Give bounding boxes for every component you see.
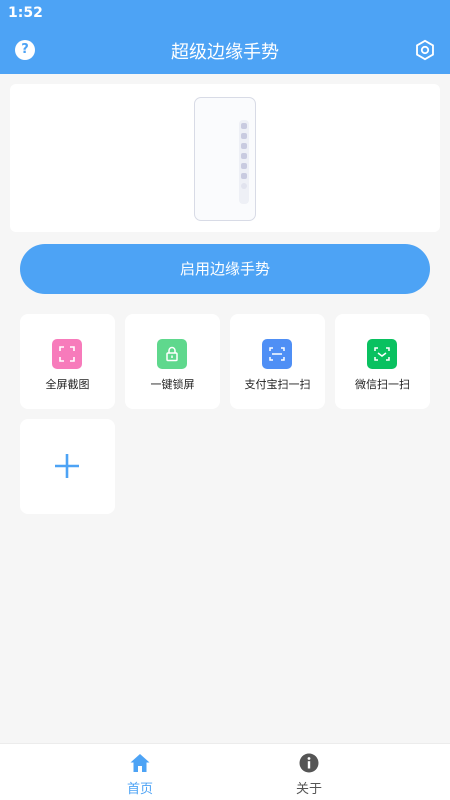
dock-item — [241, 163, 247, 169]
wechat-scan-icon — [367, 339, 397, 369]
dock-item — [241, 173, 247, 179]
dock-item — [241, 153, 247, 159]
dock-item — [241, 143, 247, 149]
action-tile-screenshot[interactable]: 全屏截图 — [20, 314, 115, 409]
plus-icon — [55, 454, 79, 478]
action-label: 全屏截图 — [45, 378, 90, 391]
status-bar: 1:52 — [0, 0, 450, 26]
nav-item-about[interactable]: 关于 — [249, 752, 369, 797]
nav-label: 关于 — [295, 782, 322, 797]
action-tile-wechat-scan[interactable]: 微信扫一扫 — [335, 314, 430, 409]
action-label: 微信扫一扫 — [355, 378, 410, 391]
action-tile-alipay-scan[interactable]: 支付宝扫一扫 — [230, 314, 325, 409]
add-action-tile[interactable] — [20, 419, 115, 514]
bottom-navigation: 首页 关于 — [0, 743, 450, 800]
nav-label: 首页 — [126, 782, 153, 797]
dock-item — [241, 123, 247, 129]
nav-item-home[interactable]: 首页 — [80, 752, 200, 797]
status-time: 1:52 — [8, 5, 43, 21]
action-label: 一键锁屏 — [150, 378, 195, 391]
lock-icon — [157, 339, 187, 369]
alipay-scan-icon — [262, 339, 292, 369]
gesture-preview-card — [10, 84, 440, 232]
dock-item — [241, 183, 247, 189]
enable-edge-gesture-button[interactable]: 启用边缘手势 — [20, 244, 430, 294]
settings-icon[interactable] — [414, 39, 436, 61]
edge-dock-preview — [239, 120, 249, 204]
page-title: 超级边缘手势 — [171, 42, 279, 63]
home-icon — [130, 754, 150, 772]
action-label: 支付宝扫一扫 — [244, 378, 311, 391]
app-bar: ? 超级边缘手势 — [0, 26, 450, 74]
dock-item — [241, 133, 247, 139]
phone-preview — [194, 97, 256, 221]
screenshot-icon — [52, 339, 82, 369]
action-tile-lock[interactable]: 一键锁屏 — [125, 314, 220, 409]
info-icon — [299, 753, 319, 773]
